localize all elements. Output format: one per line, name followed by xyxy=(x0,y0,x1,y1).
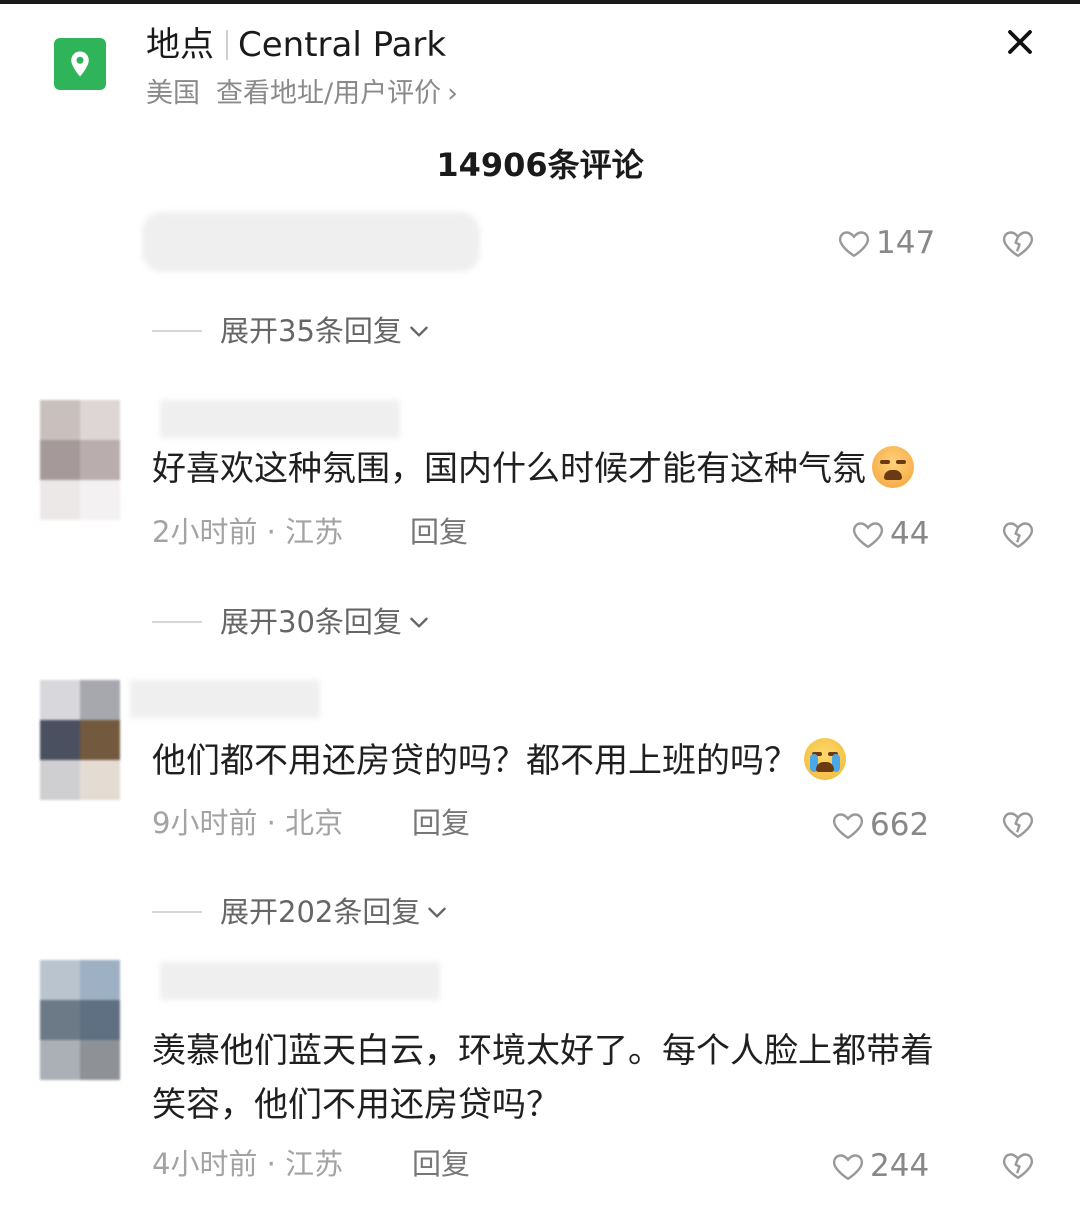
expand-divider xyxy=(152,330,202,332)
comment-text-line: 笑容，他们不用还房贷吗？ xyxy=(152,1085,560,1125)
like-button[interactable]: 662 xyxy=(830,805,929,845)
broken-heart-icon xyxy=(1002,812,1034,838)
expand-divider xyxy=(152,621,202,623)
avatar[interactable] xyxy=(40,400,120,520)
like-button[interactable]: 244 xyxy=(830,1146,929,1186)
chevron-down-icon xyxy=(410,617,428,628)
location-country: 美国 xyxy=(146,78,200,109)
expand-replies-label: 展开35条回复 xyxy=(220,314,402,348)
dislike-button[interactable] xyxy=(1000,806,1036,842)
expand-replies-button[interactable]: 展开30条回复 xyxy=(152,602,432,642)
heart-icon xyxy=(852,522,884,549)
heart-icon xyxy=(832,1154,864,1181)
comment-text: 他们都不用还房贷的吗？都不用上班的吗？ xyxy=(152,734,1042,788)
close-icon xyxy=(1008,30,1032,54)
chevron-down-icon xyxy=(410,326,428,337)
comment-text-line: 羡慕他们蓝天白云，环境太好了。每个人脸上都带着 xyxy=(152,1031,934,1071)
blurred-username xyxy=(160,962,440,1000)
heart-icon xyxy=(832,813,864,840)
dislike-button[interactable] xyxy=(1000,1147,1036,1183)
reply-button[interactable]: 回复 xyxy=(410,512,468,552)
comment-meta: 4小时前 · 江苏 xyxy=(152,1147,344,1181)
chevron-down-icon xyxy=(428,907,447,918)
broken-heart-icon xyxy=(1002,1153,1034,1179)
location-subtitle[interactable]: 美国 查看地址/用户评价 › xyxy=(146,76,458,112)
title-divider xyxy=(226,30,228,60)
like-count: 44 xyxy=(890,516,930,552)
location-title: 地点 Central Park xyxy=(146,24,446,66)
chevron-right-icon: › xyxy=(447,78,458,109)
crying-face-emoji xyxy=(804,738,846,780)
like-count: 662 xyxy=(870,807,930,843)
avatar[interactable] xyxy=(40,960,120,1080)
comments-count: 14906条评论 xyxy=(436,146,644,184)
like-count: 147 xyxy=(876,225,936,261)
location-name: Central Park xyxy=(238,25,447,65)
comment-text: 好喜欢这种氛围，国内什么时候才能有这种气氛 xyxy=(152,442,1042,496)
like-count: 244 xyxy=(870,1148,930,1184)
expand-divider xyxy=(152,911,202,913)
expand-replies-label: 展开202条回复 xyxy=(220,895,421,929)
reply-button[interactable]: 回复 xyxy=(412,1144,470,1184)
blurred-username xyxy=(160,400,400,438)
close-button[interactable] xyxy=(998,20,1042,64)
top-border xyxy=(0,0,1080,4)
like-button[interactable]: 147 xyxy=(836,223,935,263)
expand-replies-button[interactable]: 展开202条回复 xyxy=(152,892,450,932)
broken-heart-icon xyxy=(1002,231,1034,257)
comment-meta: 2小时前 · 江苏 xyxy=(152,515,344,549)
tired-face-emoji xyxy=(872,446,914,488)
location-label: 地点 xyxy=(146,25,214,65)
view-address-link[interactable]: 查看地址/用户评价 xyxy=(216,76,441,112)
reply-button[interactable]: 回复 xyxy=(412,803,470,843)
blurred-comment-content xyxy=(142,212,480,272)
comment-meta: 9小时前 · 北京 xyxy=(152,806,344,840)
expand-replies-button[interactable]: 展开35条回复 xyxy=(152,311,432,351)
broken-heart-icon xyxy=(1002,522,1034,548)
heart-icon xyxy=(838,231,870,258)
comment-text: 羡慕他们蓝天白云，环境太好了。每个人脸上都带着 笑容，他们不用还房贷吗？ xyxy=(152,1024,1042,1132)
blurred-username xyxy=(130,680,320,718)
expand-replies-label: 展开30条回复 xyxy=(220,605,402,639)
like-button[interactable]: 44 xyxy=(850,514,929,554)
dislike-button[interactable] xyxy=(1000,516,1036,552)
avatar[interactable] xyxy=(40,680,120,800)
dislike-button[interactable] xyxy=(1000,225,1036,261)
location-pin-icon xyxy=(54,38,106,90)
